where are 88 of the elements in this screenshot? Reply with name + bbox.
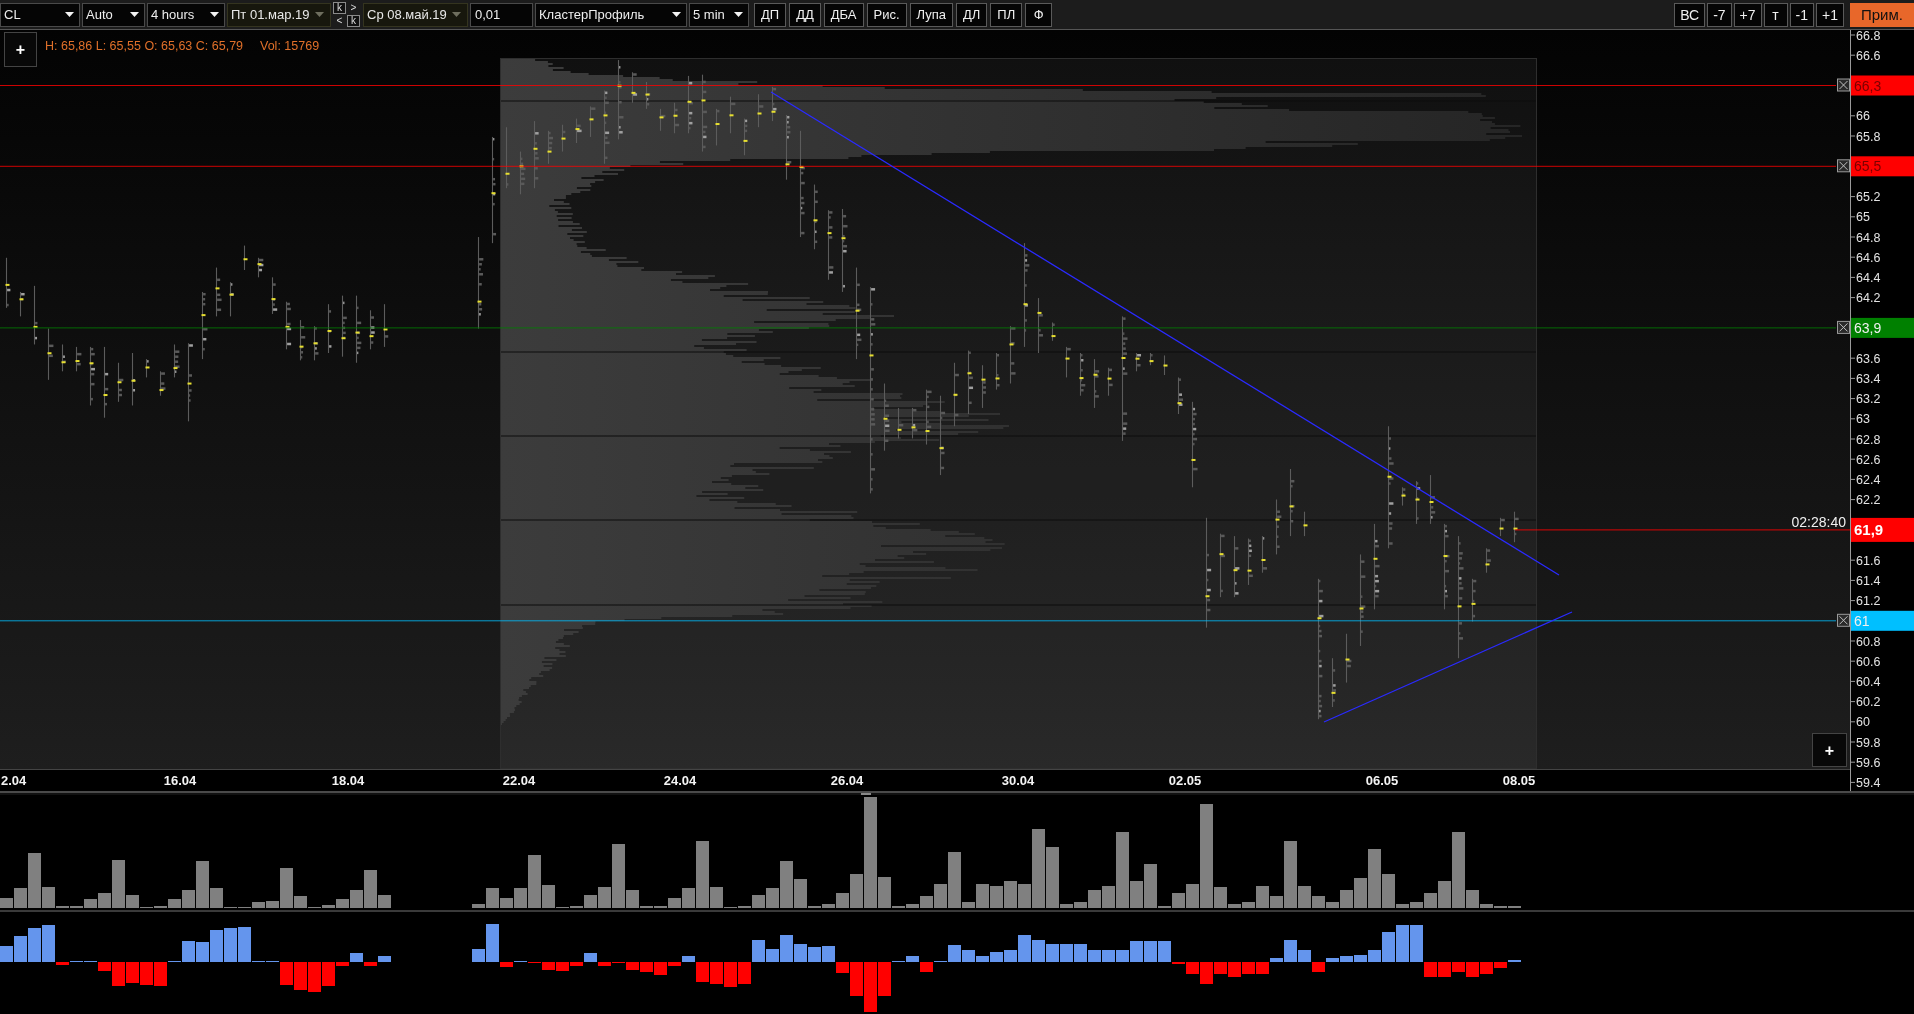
stepper-button[interactable]: >	[347, 2, 360, 14]
price-axis-label: 61.6	[1856, 553, 1881, 568]
date-axis-label: 2.04	[1, 773, 27, 788]
price-level-tag: 66,3	[1851, 75, 1914, 96]
navigation-button[interactable]: +1	[1816, 2, 1844, 27]
navigation-button[interactable]: +7	[1733, 2, 1762, 27]
price-axis-label: 66	[1856, 109, 1870, 124]
price-axis-label: 61.4	[1856, 573, 1881, 588]
add-button[interactable]: +	[4, 32, 37, 67]
price-level-tag: 63,9	[1851, 317, 1914, 338]
scale-dropdown[interactable]: Auto	[82, 2, 145, 27]
tick-size-field[interactable]: 0,01	[470, 2, 533, 27]
stepper-button[interactable]: k	[347, 15, 360, 27]
price-level-tag: 61,9	[1851, 517, 1914, 542]
caret-icon	[65, 12, 74, 17]
date-axis-label: 02.05	[1168, 773, 1202, 788]
date-axis-label: 18.04	[331, 773, 365, 788]
caret-icon	[130, 12, 139, 17]
date-axis-label: 26.04	[830, 773, 864, 788]
close-icon[interactable]	[1837, 613, 1850, 627]
date-axis-label: 08.05	[1502, 773, 1536, 788]
caret-icon	[452, 12, 461, 17]
date-axis-label: 30.04	[1001, 773, 1035, 788]
date-axis-label: 24.04	[663, 773, 697, 788]
caret-icon	[210, 12, 219, 17]
end-date-picker[interactable]: Ср 08.май.19	[363, 2, 468, 27]
navigation-button[interactable]: т	[1763, 2, 1788, 27]
start-date-picker[interactable]: Пт 01.мар.19	[227, 2, 331, 27]
stepper-button[interactable]: <	[333, 15, 346, 27]
period-dropdown[interactable]: 5 min	[689, 2, 749, 27]
price-axis-label: 60.2	[1856, 695, 1881, 710]
price-axis-label: 61.2	[1856, 594, 1881, 609]
toolbar-button[interactable]: ПЛ	[990, 2, 1023, 27]
caret-icon	[315, 12, 324, 17]
price-axis-label: 63.4	[1856, 371, 1881, 386]
price-axis-label: 63.2	[1856, 392, 1881, 407]
add-button[interactable]: +	[1812, 733, 1847, 767]
splitter-handle-icon[interactable]	[861, 793, 871, 795]
close-icon[interactable]	[1837, 320, 1850, 334]
price-axis-label: 66.6	[1856, 48, 1881, 63]
price-axis-label: 66.8	[1856, 30, 1881, 43]
toolbar-button[interactable]: ДД	[789, 2, 821, 27]
toolbar-button[interactable]: Лупа	[909, 2, 953, 27]
navigation-button[interactable]: -7	[1707, 2, 1732, 27]
price-axis-label: 64.6	[1856, 250, 1881, 265]
price-axis-label: 65.2	[1856, 190, 1881, 205]
toolbar-button[interactable]: ДЛ	[956, 2, 988, 27]
timeframe-dropdown[interactable]: 4 hours	[147, 2, 225, 27]
toolbar-button[interactable]: Ф	[1025, 2, 1053, 27]
price-axis-label: 64.4	[1856, 270, 1881, 285]
price-axis-label: 59.4	[1856, 775, 1881, 790]
price-axis-label: 65.8	[1856, 129, 1881, 144]
price-axis-label: 60.8	[1856, 634, 1881, 649]
price-level-tag: 61	[1851, 610, 1914, 631]
volume-readout: Vol: 15769	[260, 39, 320, 53]
price-axis-label: 62.6	[1856, 452, 1881, 467]
price-axis-label: 59.8	[1856, 735, 1881, 750]
date-axis-label: 22.04	[502, 773, 536, 788]
date-axis-label: 16.04	[163, 773, 197, 788]
caret-icon	[672, 12, 681, 17]
toolbar-button[interactable]: ДБА	[823, 2, 864, 27]
close-icon[interactable]	[1837, 159, 1850, 173]
price-axis-label: 60.4	[1856, 674, 1881, 689]
template-dropdown[interactable]: КластерПрофиль	[535, 2, 687, 27]
navigation-button[interactable]: ВС	[1674, 2, 1706, 27]
price-axis-label: 63.6	[1856, 351, 1881, 366]
price-axis-label: 64.2	[1856, 291, 1881, 306]
toolbar-button[interactable]: Рис.	[866, 2, 907, 27]
symbol-dropdown[interactable]: CL	[0, 2, 80, 27]
price-axis-label: 63	[1856, 412, 1870, 427]
date-axis-label: 06.05	[1365, 773, 1399, 788]
price-axis-label: 60	[1856, 715, 1870, 730]
price-axis-label: 62.8	[1856, 432, 1881, 447]
price-axis-label: 60.6	[1856, 654, 1881, 669]
navigation-button[interactable]: -1	[1789, 2, 1815, 27]
bar-timer: 02:28:40	[1791, 514, 1846, 530]
toolbar-button[interactable]: ДП	[754, 2, 787, 27]
price-axis-label: 64.8	[1856, 230, 1881, 245]
apply-button[interactable]: Прим.	[1850, 2, 1914, 27]
price-axis-label: 59.6	[1856, 755, 1881, 770]
ohlc-readout: H: 65,86 L: 65,55 O: 65,63 C: 65,79	[45, 39, 244, 53]
caret-icon	[734, 12, 743, 17]
price-axis-label: 62.2	[1856, 493, 1881, 508]
close-icon[interactable]	[1837, 78, 1850, 92]
price-axis-label: 62.4	[1856, 472, 1881, 487]
stepper-button[interactable]: k	[333, 2, 346, 14]
price-axis-label: 65	[1856, 210, 1870, 225]
price-level-tag: 65,5	[1851, 156, 1914, 177]
